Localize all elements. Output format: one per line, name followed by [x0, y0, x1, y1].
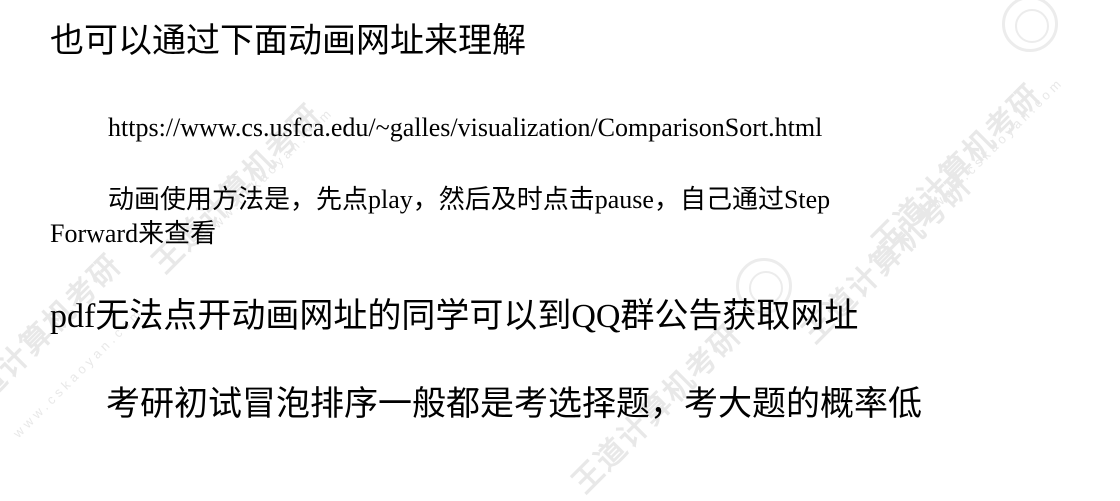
intro-heading: 也可以通过下面动画网址来理解 — [50, 23, 526, 60]
usage-instructions: 动画使用方法是，先点play，然后及时点击pause，自己通过Step Forw… — [50, 183, 1010, 251]
exam-note: 考研初试冒泡排序一般都是考选择题，考大题的概率低 — [106, 386, 922, 423]
animation-url: https://www.cs.usfca.edu/~galles/visuali… — [108, 113, 823, 142]
usage-line-1: 动画使用方法是，先点play，然后及时点击pause，自己通过Step — [108, 185, 831, 214]
usage-line-2: Forward来查看 — [50, 219, 217, 248]
watermark-seal-icon — [1002, 0, 1058, 52]
document-page: 王道计算机考研 www.cskaoyan.com 王道计算机考研 www.csk… — [0, 0, 1120, 500]
qq-group-note: pdf无法点开动画网址的同学可以到QQ群公告获取网址 — [50, 298, 859, 335]
